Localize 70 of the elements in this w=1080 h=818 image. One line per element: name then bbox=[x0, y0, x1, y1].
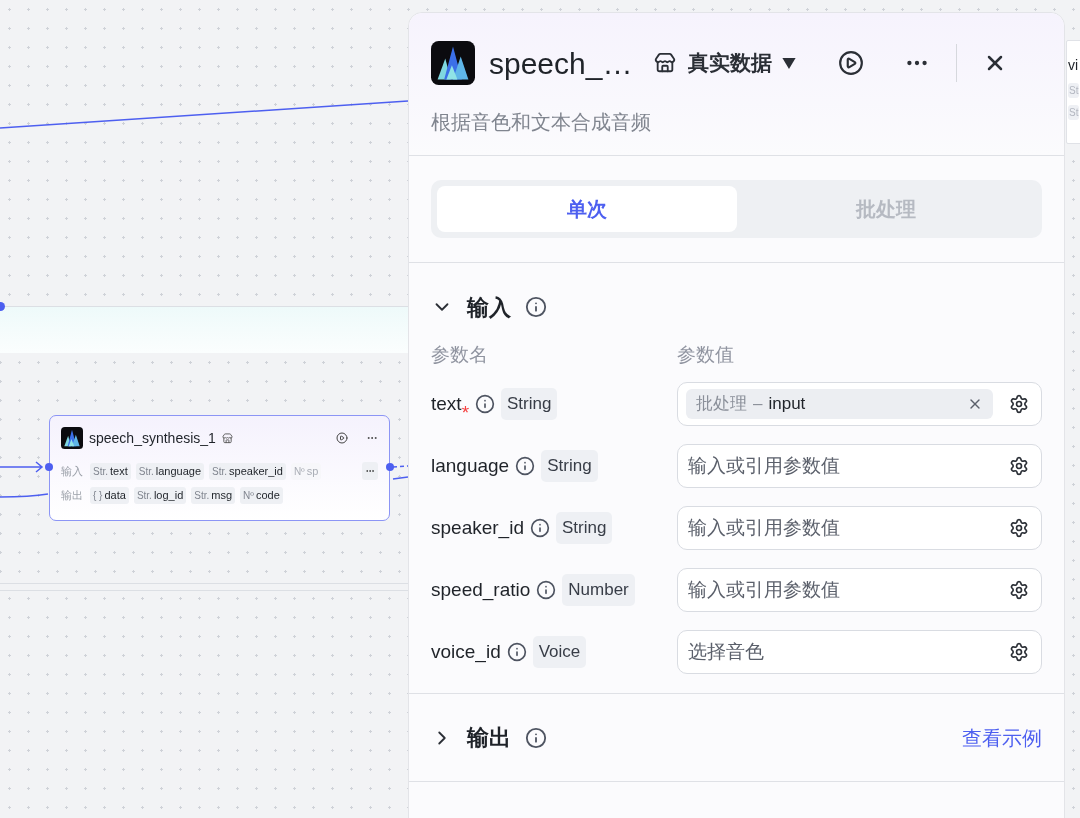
info-icon[interactable] bbox=[529, 518, 550, 538]
data-mode-dropdown[interactable]: 真实数据 bbox=[688, 47, 797, 79]
node-logo bbox=[61, 427, 83, 449]
param-input[interactable]: 输入或引用参数值 bbox=[686, 575, 1009, 605]
run-icon[interactable] bbox=[838, 50, 865, 76]
outputs-label: 输出 bbox=[61, 487, 83, 503]
info-icon[interactable] bbox=[515, 456, 536, 476]
port-tag: St bbox=[1068, 105, 1080, 120]
settings-icon[interactable] bbox=[1009, 642, 1029, 662]
info-icon[interactable] bbox=[506, 642, 527, 662]
param-value-field[interactable]: 输入或引用参数值 bbox=[677, 444, 1042, 488]
settings-icon[interactable] bbox=[1009, 518, 1029, 538]
panel-description: 根据音色和文本合成音频 bbox=[431, 110, 652, 135]
param-value-field[interactable]: 选择音色 bbox=[677, 630, 1042, 674]
store-icon bbox=[221, 432, 233, 444]
column-header: 参数名 bbox=[431, 342, 489, 367]
mode-tab[interactable]: 单次 bbox=[437, 186, 737, 232]
port-tag: Str. log_id bbox=[133, 486, 187, 504]
required-mark: * bbox=[461, 402, 470, 422]
reference-chip[interactable]: 批处理 – input bbox=[686, 389, 993, 419]
param-input[interactable]: 输入或引用参数值 bbox=[686, 513, 1009, 543]
port-tag: Str. msg bbox=[191, 486, 236, 504]
param-name: speed_ratio bbox=[431, 577, 531, 603]
panel-title: speech_… bbox=[489, 45, 633, 82]
info-icon[interactable] bbox=[536, 580, 557, 600]
type-tag: Number bbox=[562, 574, 635, 606]
connector-arrow bbox=[0, 460, 44, 474]
param-name: speaker_id bbox=[431, 515, 524, 541]
type-tag: String bbox=[541, 450, 598, 482]
inputs-label: 输入 bbox=[61, 463, 83, 479]
section-title: 输入 bbox=[467, 293, 511, 322]
info-icon[interactable] bbox=[525, 726, 547, 749]
info-icon[interactable] bbox=[525, 296, 547, 318]
section-title: 输出 bbox=[467, 724, 511, 752]
port-tag: St bbox=[1068, 83, 1080, 98]
param-name: language bbox=[431, 453, 510, 478]
type-tag: String bbox=[555, 512, 613, 544]
connector-line bbox=[0, 490, 50, 500]
port-tag: Nº code bbox=[240, 486, 283, 504]
info-icon[interactable] bbox=[475, 394, 496, 414]
param-input[interactable]: 输入或引用参数值 bbox=[686, 451, 1009, 481]
settings-icon[interactable] bbox=[1009, 394, 1029, 414]
node-title: speech_synthesis_1 bbox=[89, 428, 216, 448]
param-value-field[interactable]: 批处理 – input bbox=[677, 382, 1042, 426]
param-value-field[interactable]: 输入或引用参数值 bbox=[677, 506, 1042, 550]
type-tag: String bbox=[501, 388, 558, 420]
more-ports-button[interactable] bbox=[362, 462, 378, 480]
port-tag: Str. text bbox=[90, 462, 131, 480]
param-name: voice_id bbox=[431, 639, 501, 665]
column-header: 参数值 bbox=[677, 342, 734, 367]
port-tag: Str. language bbox=[135, 462, 205, 480]
port-tag: Nº sp bbox=[290, 462, 322, 480]
settings-icon[interactable] bbox=[1009, 580, 1029, 600]
port-tag: { } data bbox=[90, 486, 129, 504]
plugin-logo bbox=[431, 41, 475, 85]
view-example-link[interactable]: 查看示例 bbox=[962, 722, 1042, 753]
node-title: vi bbox=[1068, 56, 1080, 75]
reference-source: 批处理 bbox=[696, 393, 747, 416]
connector-line bbox=[392, 462, 408, 482]
param-input[interactable]: 选择音色 bbox=[686, 637, 1009, 667]
reference-variable: input bbox=[768, 393, 806, 416]
param-value-field[interactable]: 输入或引用参数值 bbox=[677, 568, 1042, 612]
reference-separator: – bbox=[753, 393, 763, 416]
store-icon bbox=[654, 52, 677, 74]
port-tag: Str. speaker_id bbox=[209, 462, 286, 480]
node-card[interactable]: vi St St bbox=[1066, 40, 1080, 144]
settings-icon[interactable] bbox=[1009, 456, 1029, 476]
type-tag: Voice bbox=[532, 636, 587, 668]
param-name: text bbox=[431, 391, 462, 416]
caret-icon bbox=[782, 57, 797, 69]
